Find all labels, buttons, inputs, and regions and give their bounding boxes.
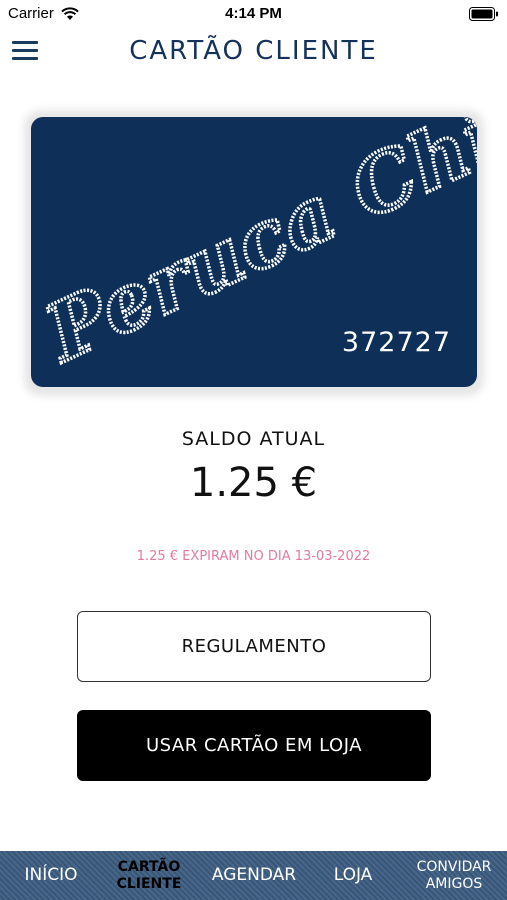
screen: Carrier 4:14 PM CARTÃO CLIENTE Peruca Ch… — [0, 0, 507, 900]
page-title: CARTÃO CLIENTE — [129, 36, 378, 66]
use-card-in-store-button[interactable]: USAR CARTÃO EM LOJA — [77, 710, 431, 781]
tab-convidar-amigos[interactable]: CONVIDAR AMIGOS — [408, 851, 500, 900]
battery-icon — [469, 7, 498, 21]
tab-cartao-cliente-label: CARTÃO CLIENTE — [117, 859, 182, 891]
header: CARTÃO CLIENTE — [0, 28, 507, 78]
tab-cartao-cliente-line1: CARTÃO — [117, 859, 181, 876]
tab-convidar-line2: AMIGOS — [425, 875, 483, 892]
status-bar: Carrier 4:14 PM — [0, 0, 507, 28]
tab-convidar-line1: CONVIDAR — [416, 859, 492, 876]
tab-bar: INÍCIO CARTÃO CLIENTE AGENDAR LOJA CONVI… — [0, 851, 507, 900]
tab-agendar[interactable]: AGENDAR — [206, 851, 302, 900]
tab-convidar-amigos-label: CONVIDAR AMIGOS — [417, 859, 492, 891]
rules-button-label: REGULAMENTO — [181, 636, 327, 657]
tab-loja-label: LOJA — [333, 864, 373, 885]
card-number: 372727 — [341, 327, 451, 358]
balance-label: SALDO ATUAL — [181, 428, 326, 450]
loyalty-card: Peruca Chic 372727 — [31, 117, 477, 387]
tab-cartao-cliente-line2: CLIENTE — [116, 875, 182, 892]
rules-button[interactable]: REGULAMENTO — [77, 611, 431, 682]
tab-agendar-label: AGENDAR — [211, 864, 297, 885]
tab-inicio-label: INÍCIO — [24, 864, 78, 885]
use-card-button-label: USAR CARTÃO EM LOJA — [145, 735, 363, 756]
status-time: 4:14 PM — [225, 5, 282, 22]
tab-cartao-cliente[interactable]: CARTÃO CLIENTE — [108, 851, 190, 900]
balance-value: 1.25 € — [189, 460, 318, 506]
tab-inicio[interactable]: INÍCIO — [14, 851, 88, 900]
expiry-notice: 1.25 € EXPIRAM NO DIA 13-03-2022 — [136, 549, 371, 564]
tab-loja[interactable]: LOJA — [320, 851, 386, 900]
